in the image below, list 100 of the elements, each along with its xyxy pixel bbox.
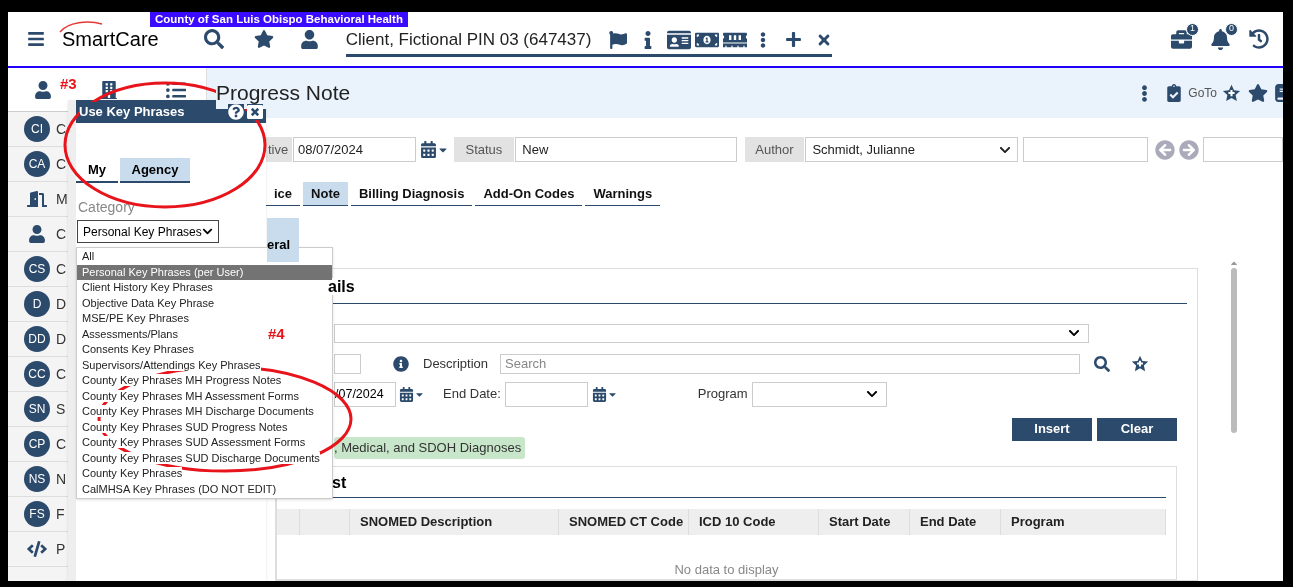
dropdown-option[interactable]: County Key Phrases SUD Progress Notes: [82, 420, 288, 433]
sidebar-label[interactable]: M: [56, 188, 68, 210]
person-icon[interactable]: [34, 80, 52, 99]
person-icon[interactable]: [299, 29, 319, 49]
building-icon[interactable]: [100, 80, 118, 99]
panel-title: Use Key Phrases: [79, 101, 185, 122]
avatar: NS: [24, 466, 50, 492]
goto-link[interactable]: GoTo: [1188, 84, 1217, 102]
sidebar-label[interactable]: N: [56, 468, 67, 490]
dropdown-option[interactable]: County Key Phrases MH Assessment Forms: [82, 389, 299, 402]
annotation-label: #4: [268, 324, 285, 344]
calendar-icon[interactable]: [399, 386, 414, 402]
info-icon: [393, 355, 409, 372]
field-label: Category: [78, 198, 136, 217]
sidebar-label[interactable]: C: [56, 153, 67, 175]
dropdown-option[interactable]: Consents Key Phrases: [82, 343, 194, 355]
section-title: st: [332, 473, 347, 491]
action-button[interactable]: Insert: [1012, 417, 1092, 441]
empty-message: No data to display: [674, 560, 779, 579]
date-field[interactable]: [504, 381, 588, 407]
avatar: CI: [24, 116, 50, 142]
history-icon[interactable]: [1249, 29, 1269, 49]
menu-icon[interactable]: [27, 30, 45, 48]
avatar: CC: [24, 361, 50, 387]
tab[interactable]: My: [76, 158, 118, 183]
dropdown-option[interactable]: County Key Phrases SUD Assessment Forms: [82, 436, 306, 448]
tab[interactable]: Add-On Codes: [475, 182, 583, 206]
door-icon: [27, 189, 47, 209]
sidebar-label[interactable]: C: [56, 258, 67, 280]
bell-icon[interactable]: [1210, 28, 1231, 50]
field-label: Description: [423, 354, 489, 373]
section-title: ails: [328, 278, 355, 295]
tab[interactable]: Agency: [120, 158, 190, 183]
avatar: FS: [24, 501, 50, 527]
sidebar-label[interactable]: C: [56, 118, 67, 140]
text-field[interactable]: [1203, 137, 1283, 162]
text-field[interactable]: [1022, 137, 1149, 162]
text-field[interactable]: [334, 353, 361, 374]
dropdown-option[interactable]: Objective Data Key Phrase: [82, 296, 215, 309]
sidebar-label[interactable]: F: [56, 503, 65, 525]
column-header: Program: [1011, 512, 1065, 531]
author-select[interactable]: Schmidt, Julianne: [805, 137, 1018, 162]
sidebar-label[interactable]: P: [56, 538, 66, 560]
dropdown-option[interactable]: County Key Phrases SUD Discharge Documents: [82, 451, 320, 464]
tab[interactable]: Warnings: [585, 182, 661, 206]
calendar-icon[interactable]: [591, 386, 607, 402]
banner: County of San Luis Obispo Behavioral Health: [150, 12, 408, 27]
client-link[interactable]: Client, Fictional PIN 03 (647437): [345, 26, 592, 53]
date-field[interactable]: /07/2024: [334, 381, 396, 407]
code-icon: [27, 539, 47, 559]
search-icon[interactable]: [203, 29, 224, 49]
sidebar-label[interactable]: D: [56, 328, 67, 350]
dropdown-option[interactable]: Supervisors/Attendings Key Phrases: [82, 358, 261, 371]
status-field[interactable]: New: [515, 137, 737, 162]
sub-tab[interactable]: eral: [267, 218, 299, 262]
logo[interactable]: SmartCare: [62, 24, 159, 54]
field-label: Program: [697, 385, 748, 404]
clipboard-check-icon[interactable]: [1165, 84, 1184, 102]
tab[interactable]: Billing Diagnosis: [350, 182, 473, 206]
help-icon[interactable]: [228, 103, 244, 120]
column-header: Start Date: [829, 512, 891, 531]
dropdown-option[interactable]: MSE/PE Key Phrases: [82, 312, 189, 324]
tag: , Medical, and SDOH Diagnoses: [334, 436, 525, 459]
dropdown-option[interactable]: County Key Phrases: [82, 467, 183, 479]
flag-icon[interactable]: [609, 30, 628, 49]
dropdown-option[interactable]: County Key Phrases MH Progress Notes: [82, 374, 282, 386]
notification-badge: 0: [1225, 22, 1238, 36]
dropdown-option[interactable]: Client History Key Phrases: [82, 281, 213, 293]
select-field[interactable]: [334, 324, 1089, 343]
star-plus-icon[interactable]: [1221, 82, 1242, 104]
dropdown-option[interactable]: Assessments/Plans: [82, 327, 178, 340]
column-header: SNOMED CT Code: [569, 512, 684, 531]
dropdown-option[interactable]: Personal Key Phrases (per User): [77, 264, 332, 280]
avatar: DD: [24, 326, 50, 352]
star-icon[interactable]: [1248, 83, 1268, 103]
sidebar-label[interactable]: C: [56, 363, 67, 385]
briefcase-icon[interactable]: [1171, 28, 1192, 50]
avatar: CA: [24, 151, 50, 177]
action-button[interactable]: Clear: [1097, 417, 1177, 441]
dropdown-option[interactable]: CalMHSA Key Phrases (DO NOT EDIT): [82, 482, 277, 495]
sidebar-label[interactable]: C: [56, 223, 67, 245]
avatar: CS: [24, 256, 50, 282]
sidebar-label[interactable]: D: [56, 293, 67, 315]
person-icon: [28, 225, 46, 243]
avatar: D: [24, 291, 50, 317]
category-select[interactable]: Personal Key Phrases: [77, 220, 219, 243]
search-field[interactable]: Search: [500, 353, 1081, 374]
date-field[interactable]: 08/07/2024: [292, 137, 416, 162]
search-icon[interactable]: [1094, 355, 1111, 372]
dropdown-option[interactable]: All: [82, 250, 95, 262]
dropdown-option[interactable]: County Key Phrases MH Discharge Documents: [82, 405, 314, 417]
sidebar-label[interactable]: S: [56, 398, 66, 420]
close-icon[interactable]: [247, 103, 263, 120]
sidebar-label[interactable]: C: [56, 433, 67, 455]
tab[interactable]: Note: [303, 182, 348, 206]
calendar-icon[interactable]: [419, 141, 437, 158]
star-icon[interactable]: [253, 29, 274, 49]
field-label: End Date:: [443, 385, 501, 404]
add-icon[interactable]: [785, 31, 803, 48]
chevron-down-icon: [865, 388, 878, 400]
